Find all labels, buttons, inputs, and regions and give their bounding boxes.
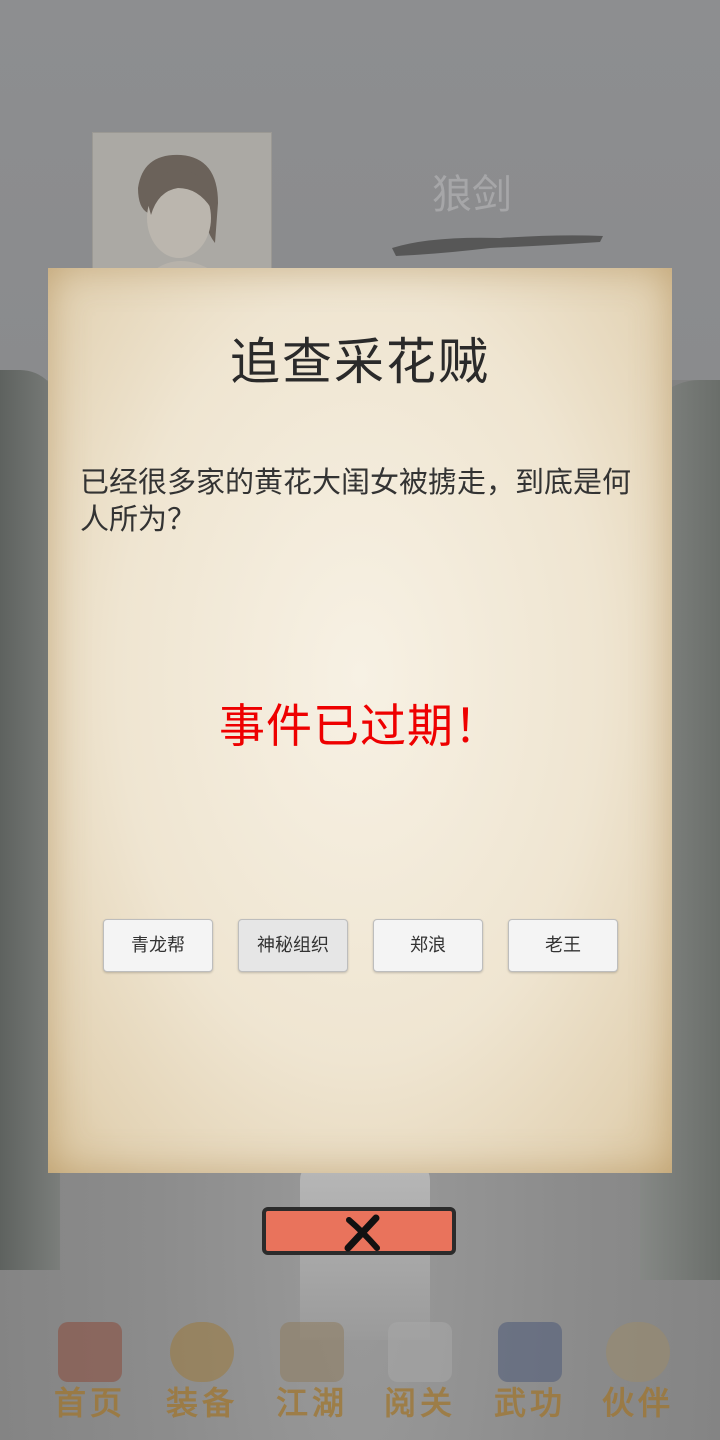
scroll-icon — [280, 1322, 344, 1382]
nav-label: 装备 — [165, 1384, 238, 1422]
dialog-title: 追查采花贼 — [230, 333, 490, 391]
nav-item-jianghu[interactable]: 江湖 — [262, 1320, 362, 1430]
companions-icon — [606, 1322, 670, 1382]
nav-label: 阅关 — [383, 1384, 456, 1422]
nav-label: 伙伴 — [601, 1384, 674, 1422]
nav-label: 武功 — [493, 1384, 566, 1422]
option-button-1[interactable]: 青龙帮 — [103, 919, 213, 972]
name-underline-brush — [392, 235, 603, 256]
nav-item-equipment[interactable]: 装备 — [152, 1320, 252, 1430]
close-dialog-button[interactable] — [262, 1207, 456, 1255]
nav-item-home[interactable]: 首页 — [40, 1320, 140, 1430]
nav-item-challenge[interactable]: 阅关 — [370, 1320, 470, 1430]
nav-item-companions[interactable]: 伙伴 — [588, 1320, 688, 1430]
hero-name: 狼剑 — [432, 172, 512, 218]
nav-label: 首页 — [53, 1384, 126, 1422]
manual-icon — [498, 1322, 562, 1382]
book-icon — [388, 1322, 452, 1382]
option-button-4[interactable]: 老王 — [508, 919, 618, 972]
nav-item-martial-arts[interactable]: 武功 — [480, 1320, 580, 1430]
hero-face-icon — [93, 133, 271, 271]
jar-icon — [170, 1322, 234, 1382]
close-icon — [344, 1214, 380, 1252]
dialog-description: 已经很多家的黄花大闺女被掳走，到底是何人所为？ — [80, 465, 632, 536]
option-button-2[interactable]: 神秘组织 — [238, 919, 348, 972]
house-icon — [58, 1322, 122, 1382]
option-button-3[interactable]: 郑浪 — [373, 919, 483, 972]
nav-label: 江湖 — [275, 1384, 348, 1422]
hero-portrait[interactable] — [92, 132, 272, 272]
event-expired-status: 事件已过期！ — [219, 699, 501, 753]
